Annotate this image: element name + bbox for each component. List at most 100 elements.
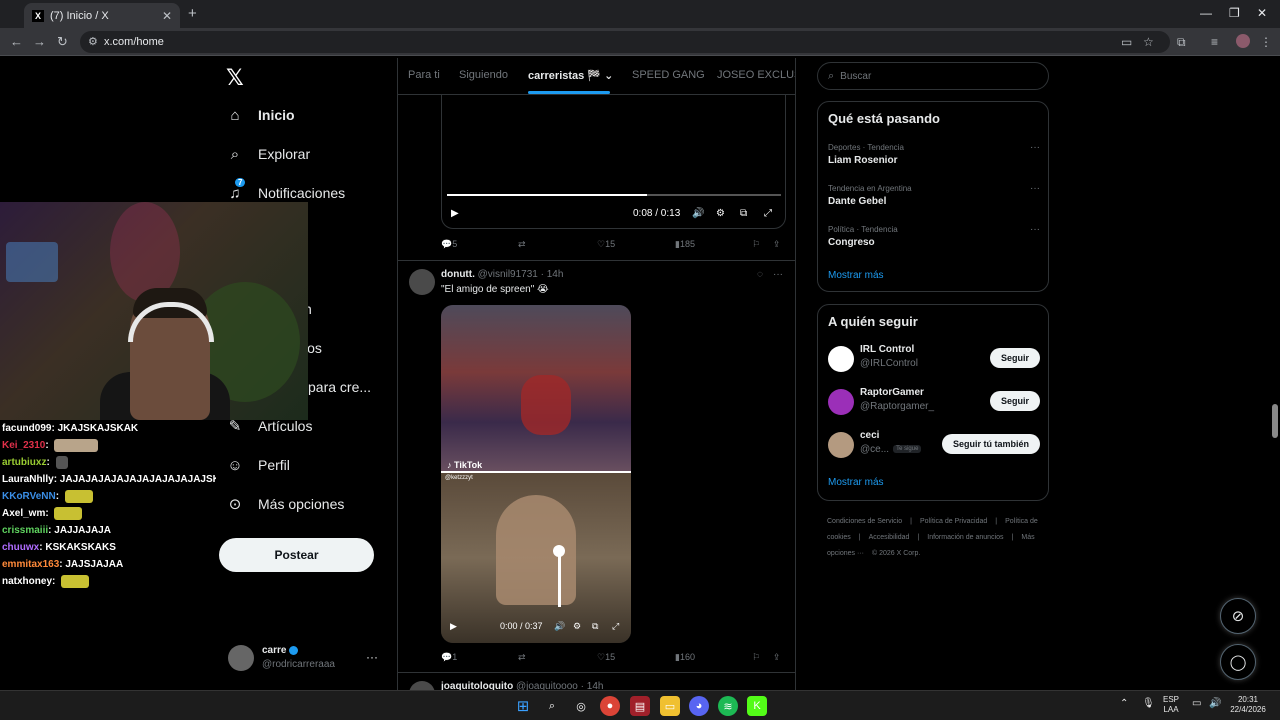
tweet-author-name[interactable]: donutt. [441, 269, 475, 280]
footer-link[interactable]: Política de Privacidad [920, 518, 987, 525]
grok-fab-icon[interactable]: ⊘ [1220, 598, 1256, 634]
account-switcher[interactable]: carre @rodricarreraaa ··· [228, 644, 388, 672]
bookmark-icon[interactable]: ⚐ [752, 239, 760, 250]
tab-para-ti[interactable]: Para ti [408, 69, 440, 81]
post-button[interactable]: Postear [219, 538, 374, 572]
tweet-more-icon[interactable]: ··· [773, 269, 783, 280]
volume-tray-icon[interactable]: 🔊 [1209, 699, 1221, 709]
settings-icon[interactable]: ⚙ [573, 621, 581, 632]
bookmark-star-icon[interactable]: ☆ [1143, 35, 1154, 49]
chrome-icon[interactable]: ● [600, 696, 620, 716]
trend-item[interactable]: Deportes · Tendencia Liam Rosenior ··· [828, 142, 1040, 168]
follow-suggestion[interactable]: ceci @ce... Te sigue Seguir tú también [828, 430, 1040, 462]
cast-icon[interactable]: ▭ [1121, 35, 1132, 49]
app-icon[interactable]: ▤ [630, 696, 650, 716]
minimize-icon[interactable]: — [1200, 6, 1212, 20]
tweet-video[interactable]: ♪ TikTok @ketzzzyt ▶ 0:00 / 0:37 🔊 ⚙ ⧉ ⤢ [441, 305, 631, 643]
bookmark-icon[interactable]: ⚐ [752, 652, 760, 663]
tab-carreristas[interactable]: carreristas 🏁 ⌄ [528, 69, 613, 82]
volume-slider[interactable] [558, 551, 561, 607]
show-more-trends-link[interactable]: Mostrar más [828, 270, 884, 281]
site-info-icon[interactable]: ⚙ [88, 35, 98, 48]
discord-icon[interactable]: ◕ [689, 696, 709, 716]
follow-back-button[interactable]: Seguir tú también [941, 434, 1040, 454]
search-bar[interactable]: ⌕ [817, 62, 1049, 90]
reply-button[interactable]: 💬 1 [441, 652, 457, 663]
footer-link[interactable]: Información de anuncios [927, 534, 1003, 541]
retweet-button[interactable]: ⇄ [518, 239, 526, 250]
avatar[interactable] [409, 269, 435, 295]
page-scrollbar[interactable] [1270, 58, 1280, 694]
show-more-follow-link[interactable]: Mostrar más [828, 477, 884, 488]
more-dots-icon[interactable]: ··· [1030, 142, 1040, 153]
x-logo-icon[interactable]: 𝕏 [226, 66, 244, 91]
views-button[interactable]: ▮ 160 [675, 652, 695, 663]
nav-more[interactable]: ⊙ Más opciones [226, 495, 345, 513]
nav-home[interactable]: ⌂ Inicio [226, 106, 294, 124]
trend-item[interactable]: Política · Tendencia Congreso ··· [828, 224, 1040, 250]
browser-menu-icon[interactable]: ⋮ [1260, 35, 1272, 49]
spotify-icon[interactable]: ≋ [718, 696, 738, 716]
tray-chevron-icon[interactable]: ⌃ [1120, 699, 1128, 709]
retweet-button[interactable]: ⇄ [518, 652, 526, 663]
footer-link[interactable]: Condiciones de Servicio [827, 518, 902, 525]
more-dots-icon[interactable]: ··· [1030, 183, 1040, 194]
chat-username[interactable]: Kei_2310 [2, 437, 45, 454]
forward-icon[interactable]: → [33, 34, 46, 49]
network-icon[interactable]: ▭ [1192, 699, 1201, 709]
microphone-icon[interactable]: 🎙 [1142, 699, 1155, 709]
follow-button[interactable]: Seguir [989, 391, 1040, 411]
taskbar-search-icon[interactable]: ⌕ [542, 696, 562, 716]
clock[interactable]: 20:31 22/4/2026 [1226, 695, 1270, 715]
nav-explore[interactable]: ⌕ Explorar [226, 145, 310, 163]
chat-username[interactable]: natxhoney [2, 573, 52, 590]
volume-slider-knob[interactable] [553, 545, 565, 557]
nav-profile[interactable]: ☺ Perfil [226, 456, 290, 474]
video-progress-bar[interactable] [447, 194, 781, 196]
nav-notifications[interactable]: ♫ 7 Notificaciones [226, 178, 345, 202]
video-player[interactable]: ▶ 0:08 / 0:13 🔊 ⚙ ⧉ ⤢ [441, 95, 786, 229]
chat-username[interactable]: chuuwx [2, 539, 39, 556]
follow-button[interactable]: Seguir [989, 348, 1040, 368]
volume-icon[interactable]: 🔊 [554, 621, 565, 632]
chat-username[interactable]: facund099 [2, 420, 51, 437]
chat-username[interactable]: artubiuxz [2, 454, 46, 471]
file-explorer-icon[interactable]: ▭ [660, 696, 680, 716]
restore-icon[interactable]: ❐ [1229, 6, 1240, 20]
back-icon[interactable]: ← [10, 34, 23, 49]
fullscreen-icon[interactable]: ⤢ [764, 208, 772, 219]
like-button[interactable]: ♡ 15 [597, 239, 615, 250]
settings-icon[interactable]: ⚙ [716, 208, 725, 219]
pip-icon[interactable]: ⧉ [592, 621, 598, 632]
share-icon[interactable]: ⇪ [773, 652, 781, 663]
extensions-icon[interactable]: ⧉ [1177, 35, 1186, 50]
more-dots-icon[interactable]: ··· [1030, 224, 1040, 235]
play-icon[interactable]: ▶ [451, 208, 459, 219]
chat-username[interactable]: emmitax163 [2, 556, 59, 573]
new-tab-icon[interactable]: + [188, 5, 197, 22]
views-button[interactable]: ▮ 185 [675, 239, 695, 250]
chat-username[interactable]: KKoRVeNN [2, 488, 56, 505]
tab-siguiendo[interactable]: Siguiendo [459, 69, 508, 81]
url-bar[interactable]: ⚙ x.com/home [80, 31, 1170, 53]
browser-tab[interactable]: X (7) Inicio / X ✕ [24, 3, 180, 28]
kick-icon[interactable]: K [747, 696, 767, 716]
trend-item[interactable]: Tendencia en Argentina Dante Gebel ··· [828, 183, 1040, 209]
grok-icon[interactable]: ◌ [757, 269, 763, 280]
scrollbar-thumb[interactable] [1272, 404, 1278, 438]
pip-icon[interactable]: ⧉ [740, 208, 747, 219]
taskbar-widgets-icon[interactable]: ◎ [571, 696, 591, 716]
window-close-icon[interactable]: ✕ [1257, 6, 1267, 20]
footer-link[interactable]: Accesibilidad [869, 534, 910, 541]
tweet-time[interactable]: 14h [547, 269, 564, 280]
messages-fab-icon[interactable]: ◯ [1220, 644, 1256, 680]
chat-username[interactable]: LauraNhlly [2, 471, 54, 488]
reply-button[interactable]: 💬 5 [441, 239, 457, 250]
search-input[interactable] [840, 70, 1031, 82]
language-indicator[interactable]: ESP LAA [1163, 695, 1179, 715]
like-button[interactable]: ♡ 15 [597, 652, 615, 663]
follow-suggestion[interactable]: IRL Control @IRLControl Seguir [828, 344, 1040, 376]
chat-username[interactable]: Axel_wm [2, 505, 45, 522]
share-icon[interactable]: ⇪ [773, 239, 781, 250]
tab-close-icon[interactable]: ✕ [162, 9, 172, 23]
